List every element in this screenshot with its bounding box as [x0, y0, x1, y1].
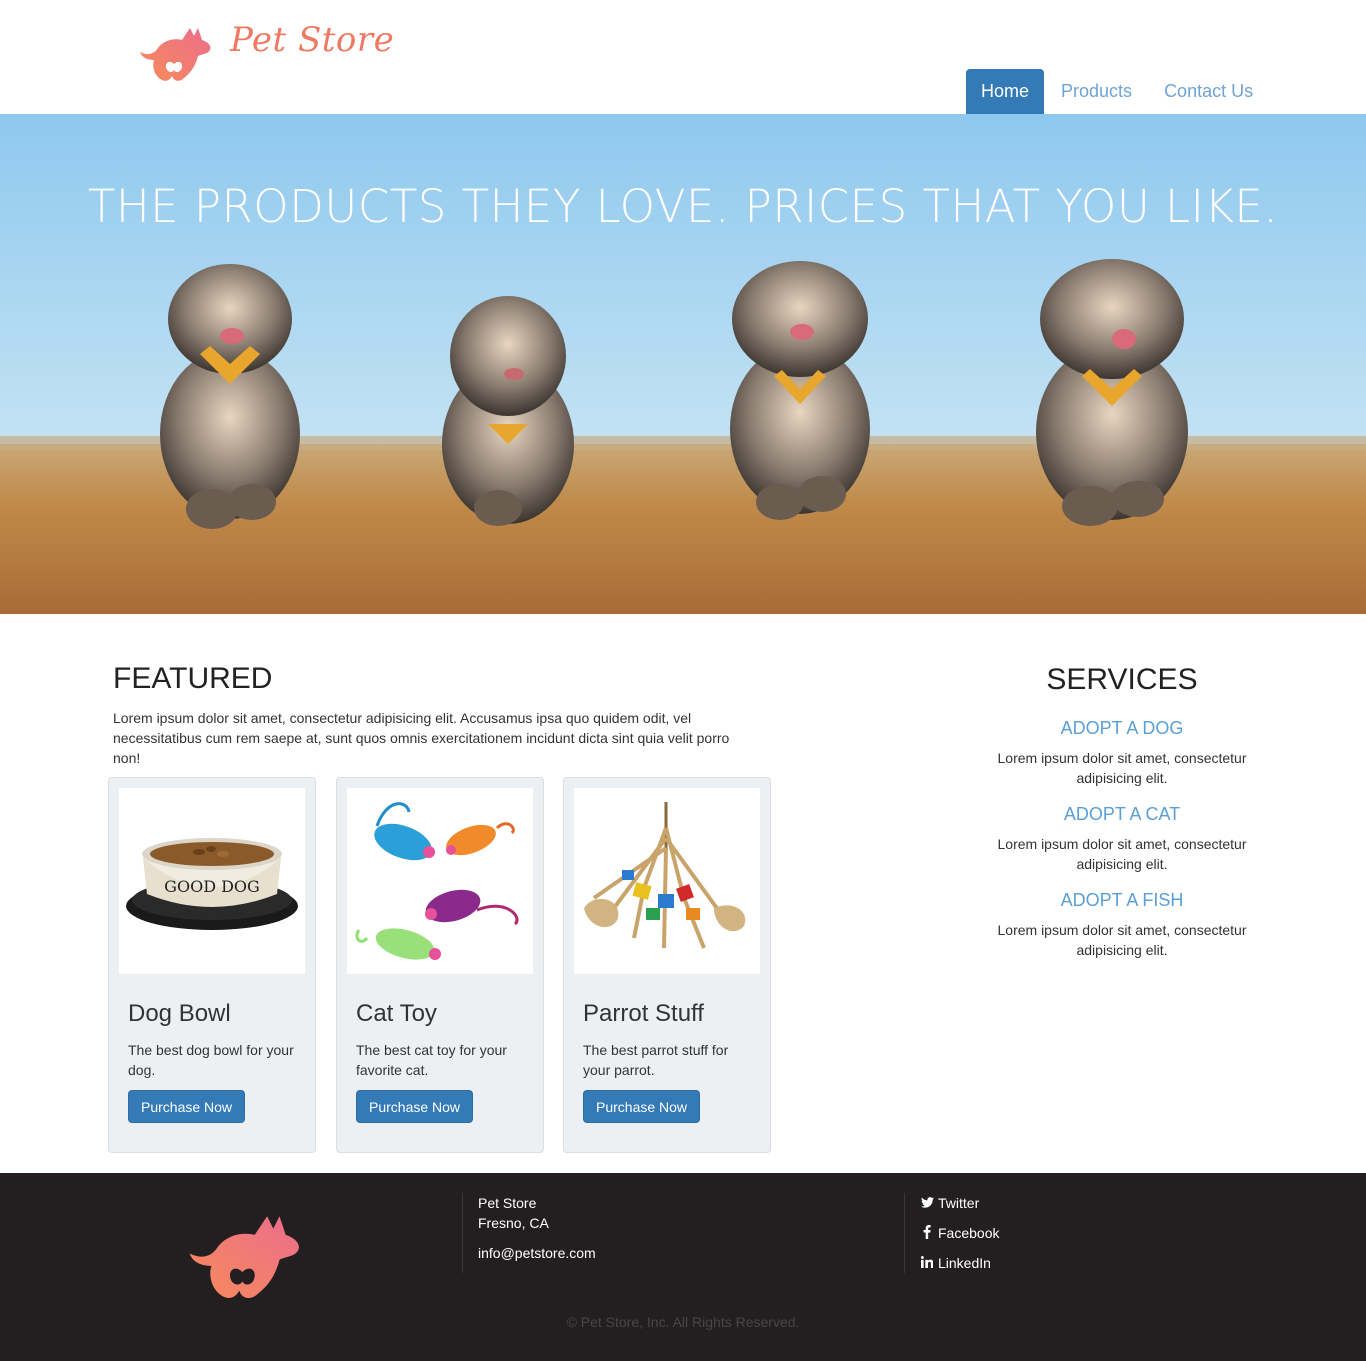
services-panel: SERVICES ADOPT A DOG Lorem ipsum dolor s… — [990, 662, 1254, 960]
twitter-label: Twitter — [938, 1195, 980, 1211]
service-description: Lorem ipsum dolor sit amet, consectetur … — [997, 750, 1247, 786]
product-image — [347, 788, 533, 974]
dog-logo-icon — [140, 28, 211, 81]
dog-1 — [160, 264, 300, 529]
footer-divider — [904, 1193, 905, 1273]
brand-name: Pet Store — [230, 20, 395, 60]
product-card-dog-bowl: GOOD DOG Dog Bowl The best dog bowl for … — [108, 777, 316, 1153]
featured-heading: FEATURED — [113, 662, 273, 695]
service-description: Lorem ipsum dolor sit amet, consectetur … — [997, 922, 1247, 958]
copyright-text: © Pet Store, Inc. All Rights Reserved. — [566, 1314, 800, 1330]
site-footer: Pet Store Fresno, CA info@petstore.com T… — [0, 1173, 1366, 1361]
hero-headline: THE PRODUCTS THEY LOVE. PRICES THAT YOU … — [87, 180, 1279, 233]
purchase-now-button[interactable]: Purchase Now — [356, 1090, 474, 1123]
product-card-cat-toy: Cat Toy The best cat toy for your favori… — [336, 777, 544, 1153]
product-description: The best cat toy for your favorite cat. — [356, 1042, 507, 1078]
parrot-toy-image — [584, 802, 746, 949]
footer-company: Pet Store — [478, 1195, 537, 1211]
product-title: Cat Toy — [356, 1000, 437, 1027]
cat-toy-mice-image — [355, 802, 519, 960]
footer-email-link[interactable]: info@petstore.com — [478, 1243, 596, 1263]
footer-address: Pet Store Fresno, CA info@petstore.com — [478, 1193, 596, 1263]
product-image — [574, 788, 760, 974]
facebook-label: Facebook — [938, 1225, 1000, 1241]
nav-contact-us[interactable]: Contact Us — [1149, 69, 1268, 114]
service-adopt-dog-link[interactable]: ADOPT A DOG — [990, 716, 1254, 740]
dog-logo-icon — [189, 1216, 299, 1299]
service-description: Lorem ipsum dolor sit amet, consectetur … — [997, 836, 1247, 872]
product-description: The best dog bowl for your dog. — [128, 1042, 294, 1078]
purchase-now-button[interactable]: Purchase Now — [128, 1090, 246, 1123]
bowl-label: GOOD DOG — [164, 877, 260, 896]
dog-3 — [730, 261, 870, 520]
site-logo[interactable]: Pet Store — [138, 18, 394, 84]
linkedin-icon — [920, 1255, 934, 1271]
main-nav: Home Products Contact Us — [966, 69, 1270, 114]
dog-2 — [442, 296, 574, 526]
dog-4 — [1036, 259, 1188, 526]
nav-home[interactable]: Home — [966, 69, 1045, 114]
twitter-icon — [920, 1196, 934, 1211]
nav-products[interactable]: Products — [1046, 69, 1147, 114]
product-card-parrot-stuff: Parrot Stuff The best parrot stuff for y… — [563, 777, 771, 1153]
site-header: Pet Store Home Products Contact Us — [0, 0, 1366, 114]
service-adopt-cat-link[interactable]: ADOPT A CAT — [990, 802, 1254, 826]
featured-intro: Lorem ipsum dolor sit amet, consectetur … — [113, 710, 730, 766]
hero-banner: THE PRODUCTS THEY LOVE. PRICES THAT YOU … — [0, 114, 1366, 614]
product-description: The best parrot stuff for your parrot. — [583, 1042, 729, 1078]
purchase-now-button[interactable]: Purchase Now — [583, 1090, 701, 1123]
product-image: GOOD DOG — [119, 788, 305, 974]
service-adopt-fish-link[interactable]: ADOPT A FISH — [990, 888, 1254, 912]
dog-bowl-image: GOOD DOG — [126, 838, 298, 930]
facebook-icon — [920, 1224, 934, 1242]
social-links: Twitter Facebook LinkedIn — [920, 1193, 999, 1283]
linkedin-label: LinkedIn — [938, 1255, 991, 1271]
twitter-link[interactable]: Twitter — [920, 1193, 999, 1213]
linkedin-link[interactable]: LinkedIn — [920, 1253, 999, 1273]
product-title: Dog Bowl — [128, 1000, 231, 1027]
services-heading: SERVICES — [1046, 663, 1198, 696]
footer-city: Fresno, CA — [478, 1215, 549, 1231]
footer-divider — [462, 1193, 463, 1273]
facebook-link[interactable]: Facebook — [920, 1223, 999, 1243]
product-title: Parrot Stuff — [583, 1000, 704, 1027]
